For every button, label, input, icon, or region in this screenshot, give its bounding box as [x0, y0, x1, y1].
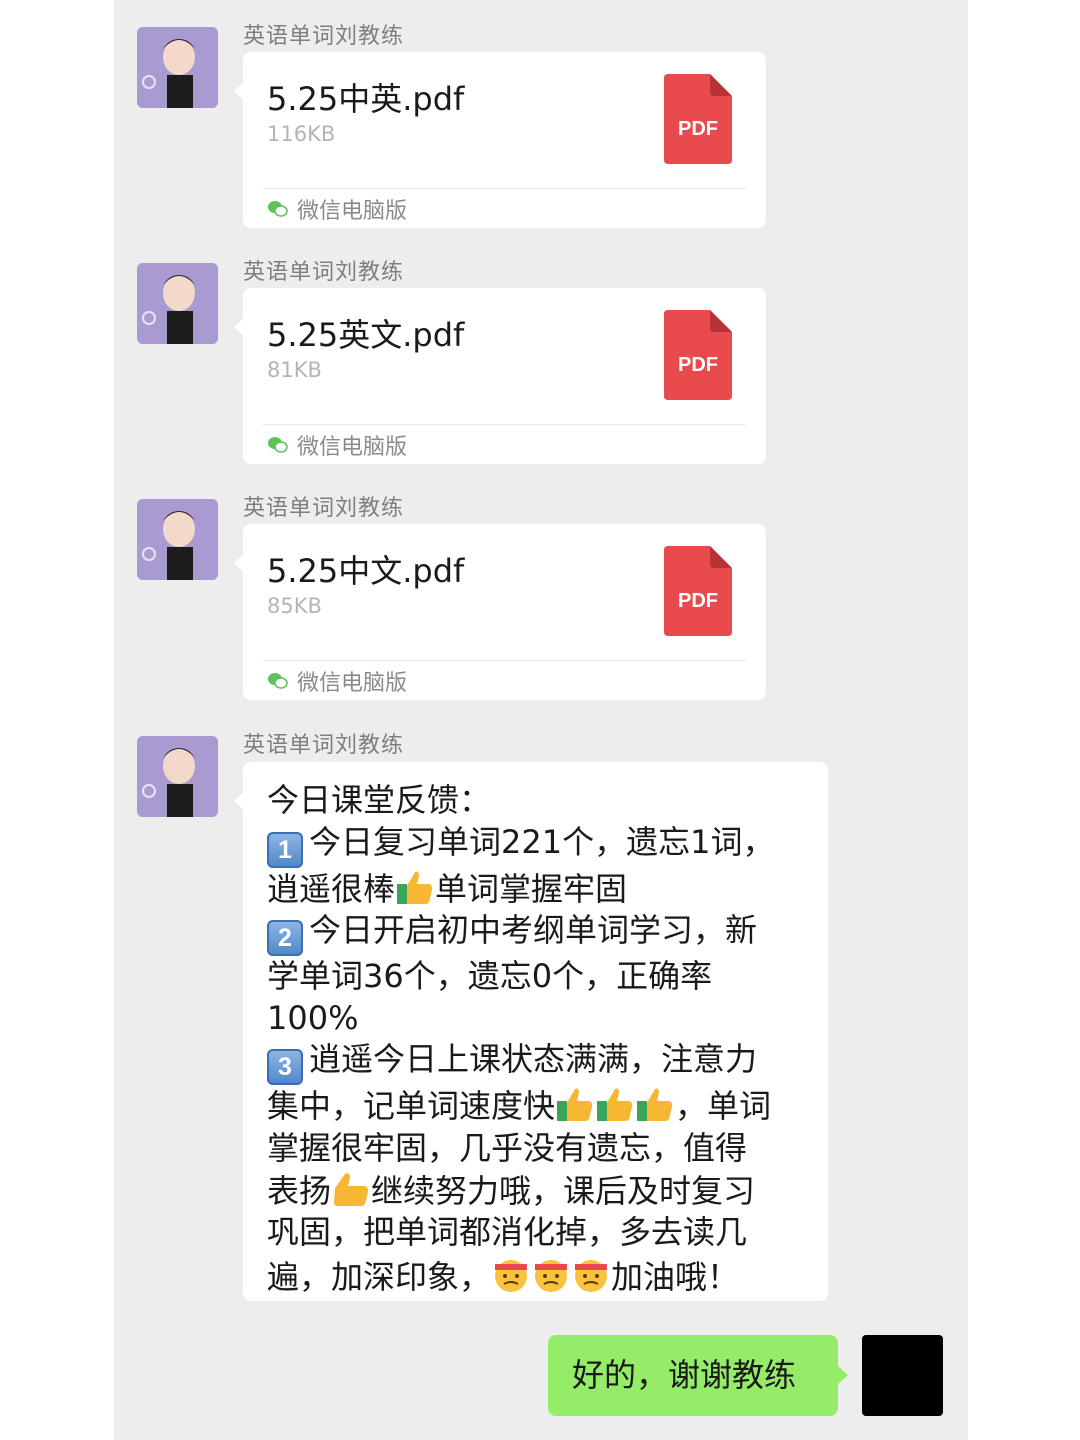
contact-avatar[interactable]: [137, 499, 218, 580]
message-line: 集中，记单词速度快 ，单词: [267, 1085, 808, 1128]
message-line: 3 逍遥今日上课状态满满，注意力: [267, 1039, 808, 1086]
thumbs-up-icon: [637, 1088, 673, 1122]
wechat-icon: [268, 201, 288, 217]
message-line: 遍，加深印象， 加油哦！: [267, 1254, 808, 1299]
message-line: 100%: [267, 998, 808, 1040]
feedback-message[interactable]: 今日课堂反馈： 1 今日复习单词221个，遗忘1词， 逍遥很棒 单词掌握牢固 2 今日…: [234, 762, 828, 1301]
file-card[interactable]: 5.25中英.pdf 116KB PDF 微信电脑版: [234, 52, 766, 228]
message-line: 逍遥很棒 单词掌握牢固: [267, 868, 808, 911]
thumbs-up-icon: [334, 1172, 369, 1206]
pdf-label: PDF: [678, 590, 718, 612]
message-text: 继续努力哦，课后及时复习: [371, 1171, 756, 1210]
message-line: 巩固，把单词都消化掉，多去读几: [267, 1212, 808, 1254]
file-card[interactable]: 5.25中文.pdf 85KB PDF 微信电脑版: [234, 524, 766, 700]
message-text: 掌握很牢固，几乎没有遗忘，值得: [267, 1128, 748, 1167]
file-name: 5.25英文.pdf: [267, 316, 465, 354]
message-text: 今日复习单词221个，遗忘1词，: [309, 822, 775, 861]
file-name: 5.25中文.pdf: [267, 552, 465, 590]
file-card[interactable]: 5.25英文.pdf 81KB PDF 微信电脑版: [234, 288, 766, 464]
headband-face-icon: [535, 1259, 568, 1292]
divider: [263, 660, 746, 661]
keycap-2-icon: 2: [267, 920, 303, 957]
message-text: 100%: [267, 998, 359, 1037]
message-line: 表扬 继续努力哦，课后及时复习: [267, 1170, 808, 1213]
message-line: 掌握很牢固，几乎没有遗忘，值得: [267, 1128, 808, 1170]
sender-name: 英语单词刘教练: [243, 733, 405, 758]
contact-avatar[interactable]: [137, 263, 218, 344]
headband-face-icon: [495, 1259, 528, 1292]
my-avatar[interactable]: [862, 1335, 943, 1416]
source-label: 微信电脑版: [297, 671, 408, 696]
message-line: 2 今日开启初中考纲单词学习，新: [267, 910, 808, 957]
message-text: 今日开启初中考纲单词学习，新: [309, 911, 758, 950]
thumbs-up-icon: [597, 1088, 633, 1122]
headband-face-icon: [575, 1259, 608, 1292]
wechat-icon: [268, 673, 288, 689]
divider: [263, 424, 746, 425]
thumbs-up-icon: [397, 871, 433, 904]
file-source: 微信电脑版: [267, 666, 407, 696]
source-label: 微信电脑版: [297, 199, 408, 224]
contact-avatar[interactable]: [137, 736, 218, 817]
thumbs-up-icon: [557, 1088, 593, 1122]
file-size: 81KB: [267, 358, 322, 382]
message-text: 加油哦！: [611, 1257, 740, 1296]
message-text: 遍，加深印象，: [267, 1257, 492, 1296]
sender-name: 英语单词刘教练: [243, 260, 405, 285]
pdf-file-icon: PDF: [664, 74, 732, 164]
message-text: 集中，记单词速度快: [267, 1087, 556, 1126]
message-text: 今日课堂反馈：: [267, 781, 492, 819]
keycap-1-icon: 1: [267, 831, 303, 868]
message-line: 1 今日复习单词221个，遗忘1词，: [267, 822, 808, 868]
message-text: 单词掌握牢固: [435, 869, 628, 908]
keycap-3-icon: 3: [267, 1049, 303, 1086]
reply-message[interactable]: 好的，谢谢教练: [548, 1335, 848, 1416]
contact-avatar[interactable]: [137, 27, 218, 108]
message-text: 逍遥今日上课状态满满，注意力: [309, 1040, 758, 1079]
file-name: 5.25中英.pdf: [267, 80, 465, 118]
file-size: 85KB: [267, 594, 322, 618]
message-text: 逍遥很棒: [267, 869, 396, 908]
file-source: 微信电脑版: [267, 194, 407, 224]
divider: [263, 188, 746, 189]
pdf-file-icon: PDF: [664, 310, 732, 400]
message-text: ，单词: [675, 1087, 772, 1126]
sender-name: 英语单词刘教练: [243, 496, 405, 521]
file-source: 微信电脑版: [267, 430, 407, 460]
message-text: 学单词36个，遗忘0个，正确率: [267, 957, 713, 996]
pdf-file-icon: PDF: [664, 546, 732, 636]
message-text: 巩固，把单词都消化掉，多去读几: [267, 1213, 748, 1252]
message-line: 今日课堂反馈：: [267, 780, 808, 822]
pdf-label: PDF: [678, 354, 718, 376]
file-size: 116KB: [267, 122, 336, 146]
sender-name: 英语单词刘教练: [243, 24, 405, 49]
wechat-icon: [268, 437, 288, 453]
message-line: 学单词36个，遗忘0个，正确率: [267, 956, 808, 998]
source-label: 微信电脑版: [297, 435, 408, 460]
pdf-label: PDF: [678, 118, 718, 140]
message-text: 表扬: [267, 1171, 332, 1210]
